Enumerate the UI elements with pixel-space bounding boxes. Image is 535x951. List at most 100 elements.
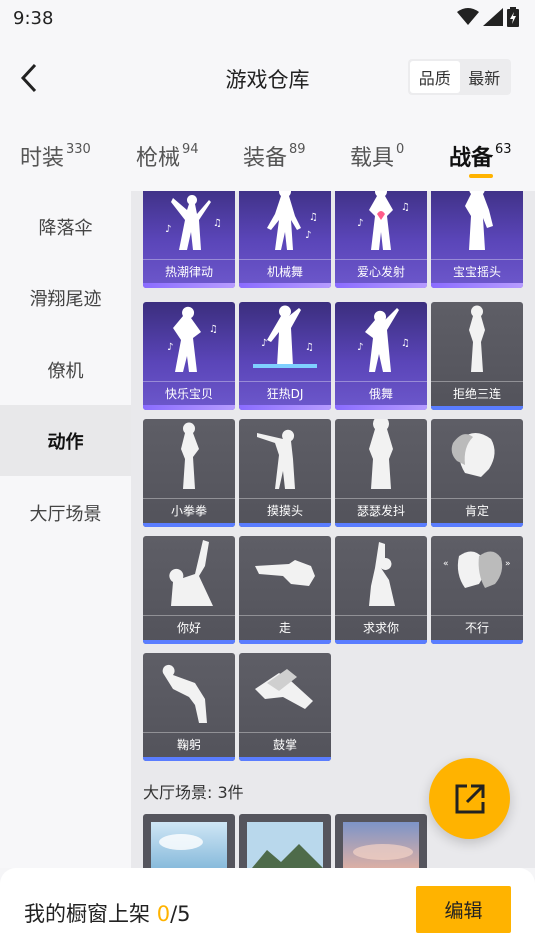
edit-button[interactable]: 编辑 xyxy=(416,886,511,933)
rarity-bar xyxy=(335,640,427,644)
emote-card[interactable]: 肯定 xyxy=(431,419,523,527)
emote-card[interactable]: 鞠躬 xyxy=(143,653,235,761)
dancer-figure-icon: ♪♫ xyxy=(357,191,410,250)
tab-fashion[interactable]: 时装 330 xyxy=(20,140,91,172)
emote-card[interactable]: 走 xyxy=(239,536,331,644)
rarity-bar xyxy=(143,405,235,410)
svg-text:♫: ♫ xyxy=(401,202,410,213)
sidebar-item-glide-trail[interactable]: 滑翔尾迹 xyxy=(0,262,131,333)
clapping-hands-icon xyxy=(255,669,313,709)
dancer-figure-icon: ♫♪ xyxy=(167,306,218,372)
showcase-total: /5 xyxy=(170,902,191,926)
svg-text:♪: ♪ xyxy=(165,224,171,235)
emote-label: 鼓掌 xyxy=(239,732,331,756)
emote-label: 拒绝三连 xyxy=(431,381,523,405)
rarity-bar xyxy=(431,640,523,644)
rarity-bar xyxy=(431,406,523,410)
showcase-label: 我的橱窗上架 xyxy=(24,902,157,926)
svg-text:♪: ♪ xyxy=(305,230,311,241)
rarity-bar xyxy=(239,523,331,527)
emote-label: 肯定 xyxy=(431,498,523,522)
emote-card[interactable]: 瑟瑟发抖 xyxy=(335,419,427,527)
tab-label: 载具 xyxy=(350,146,395,171)
emote-card[interactable]: 拒绝三连 xyxy=(431,302,523,410)
tab-vehicles[interactable]: 载具 0 xyxy=(350,140,404,172)
svg-text:♪: ♪ xyxy=(167,342,173,353)
tab-label: 战备 xyxy=(449,146,494,171)
svg-text:♪: ♪ xyxy=(357,218,363,229)
signal-icon xyxy=(483,8,503,26)
share-icon xyxy=(455,784,484,813)
tab-count: 63 xyxy=(495,141,512,157)
emote-label: 摸摸头 xyxy=(239,498,331,522)
sidebar-item-parachute[interactable]: 降落伞 xyxy=(0,191,131,262)
status-icons xyxy=(457,7,519,27)
emote-card[interactable]: 鼓掌 xyxy=(239,653,331,761)
tab-battle-gear[interactable]: 战备 63 xyxy=(449,140,512,172)
emote-card[interactable]: 求求你 xyxy=(335,536,427,644)
emote-label: 鞠躬 xyxy=(143,732,235,756)
status-bar: 9:38 xyxy=(0,0,535,38)
lobby-section-title: 大厅场景: 3件 xyxy=(143,783,244,802)
emote-card[interactable]: «» 不行 xyxy=(431,536,523,644)
top-bar: 游戏仓库 品质 最新 xyxy=(0,38,535,116)
mountain-scene-image xyxy=(247,822,323,868)
emote-card[interactable]: ♪ ♫ 狂热DJ xyxy=(239,302,331,410)
pleading-figure-icon xyxy=(369,542,395,606)
rarity-bar xyxy=(431,523,523,527)
figure-icon xyxy=(369,419,393,489)
bowing-figure-icon xyxy=(162,664,207,723)
dancer-figure-icon: ♪♫ xyxy=(165,195,222,250)
rarity-bar xyxy=(335,405,427,410)
lobby-scene-card[interactable] xyxy=(143,814,235,868)
emote-card[interactable]: 小拳拳 xyxy=(143,419,235,527)
emote-card[interactable]: 宝宝摇头 xyxy=(431,191,523,288)
emote-label: 俄舞 xyxy=(335,381,427,405)
rarity-bar xyxy=(239,757,331,761)
rarity-bar xyxy=(239,640,331,644)
showcase-current: 0 xyxy=(156,902,171,926)
rarity-bar xyxy=(143,283,235,288)
sunset-scene-image xyxy=(343,822,419,868)
sky-scene-image xyxy=(151,822,227,868)
tab-label: 枪械 xyxy=(136,146,181,171)
lobby-scene-card[interactable] xyxy=(335,814,427,868)
svg-text:♫: ♫ xyxy=(213,218,222,229)
rarity-bar xyxy=(143,640,235,644)
waving-figure-icon xyxy=(169,540,213,606)
emote-card[interactable]: ♫ ♪ 机械舞 xyxy=(239,191,331,288)
emote-label: 不行 xyxy=(431,615,523,639)
dancer-figure-icon xyxy=(465,191,493,250)
emote-label: 机械舞 xyxy=(239,259,331,283)
emote-label: 爱心发射 xyxy=(335,259,427,283)
rarity-bar xyxy=(431,283,523,288)
share-fab-button[interactable] xyxy=(429,758,510,839)
subcategory-sidebar: 降落伞 滑翔尾迹 僚机 动作 大厅场景 xyxy=(0,191,131,868)
emote-card[interactable]: ♪ ♫ 爱心发射 xyxy=(335,191,427,288)
pointing-hand-icon xyxy=(255,560,315,586)
sort-quality-button[interactable]: 品质 xyxy=(410,61,460,93)
svg-text:♫: ♫ xyxy=(209,324,218,335)
sort-segment: 品质 最新 xyxy=(408,59,511,95)
head-shake-icon: «» xyxy=(443,551,511,588)
rarity-bar xyxy=(143,757,235,761)
sidebar-item-emote[interactable]: 动作 xyxy=(0,405,131,476)
figure-icon xyxy=(469,305,485,372)
rarity-bar xyxy=(335,283,427,288)
tab-label: 时装 xyxy=(20,146,65,171)
tab-equipment[interactable]: 装备 89 xyxy=(243,140,306,172)
svg-text:♫: ♫ xyxy=(309,212,318,223)
tab-guns[interactable]: 枪械 94 xyxy=(136,140,199,172)
emote-card[interactable]: ♫ ♪ 快乐宝贝 xyxy=(143,302,235,410)
emote-card[interactable]: 你好 xyxy=(143,536,235,644)
sidebar-item-wingman[interactable]: 僚机 xyxy=(0,334,131,405)
svg-text:»: » xyxy=(505,559,511,569)
lobby-scene-card[interactable] xyxy=(239,814,331,868)
emote-label: 狂热DJ xyxy=(239,381,331,405)
emote-label: 快乐宝贝 xyxy=(143,381,235,405)
sidebar-item-lobby-scene[interactable]: 大厅场景 xyxy=(0,477,131,548)
emote-card[interactable]: 摸摸头 xyxy=(239,419,331,527)
emote-card[interactable]: ♪ ♫ 俄舞 xyxy=(335,302,427,410)
sort-latest-button[interactable]: 最新 xyxy=(460,61,510,93)
emote-card[interactable]: ♪ ♫ 热潮律动 xyxy=(143,191,235,288)
